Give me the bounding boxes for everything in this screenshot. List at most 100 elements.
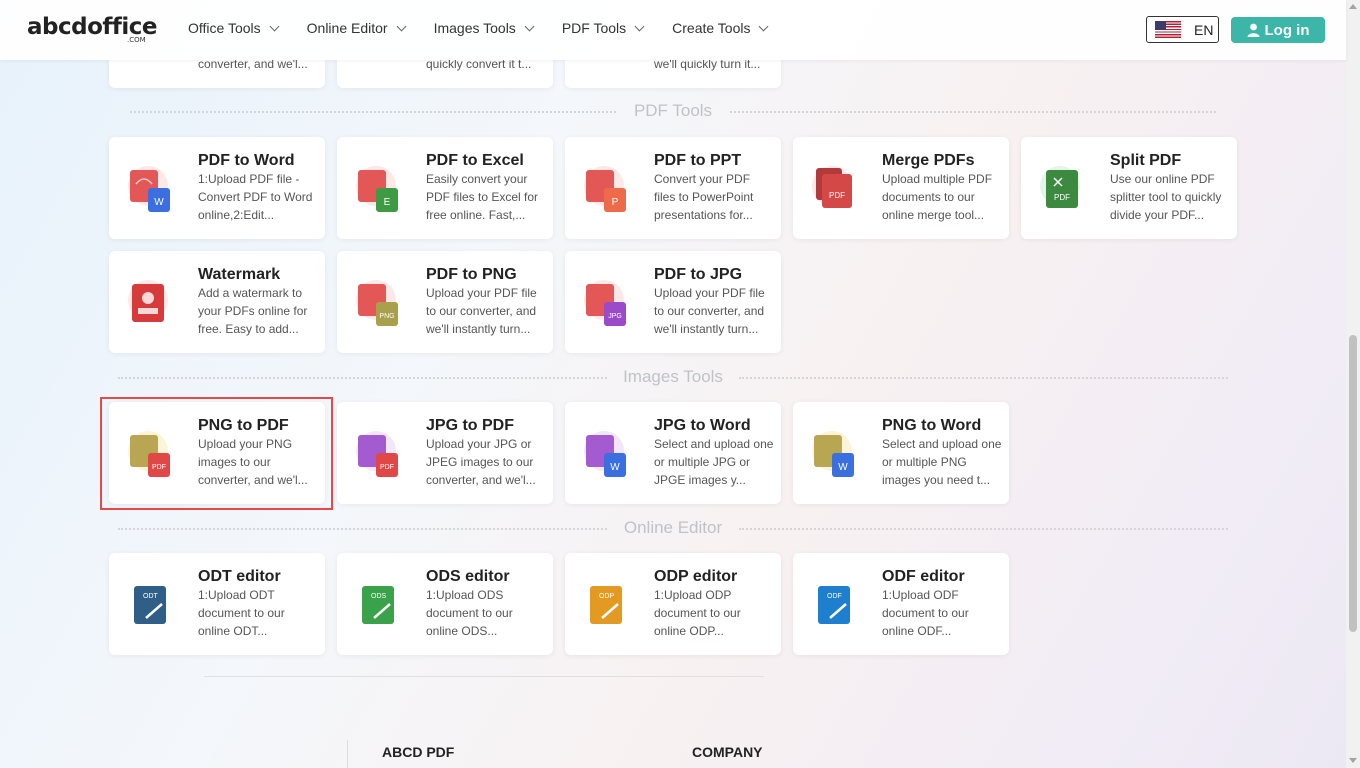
tool-card-ods-editor[interactable]: ODS ODS editor 1:Upload ODS document to … [337, 553, 553, 655]
tool-card-title: JPG to PDF [426, 417, 515, 434]
tool-card-png-to-word[interactable]: W PNG to Word Select and upload one or m… [793, 402, 1009, 504]
merge-pdf-icon: PDF [812, 166, 852, 208]
svg-text:JPG: JPG [608, 313, 622, 320]
tool-card-pdf-to-word[interactable]: W PDF to Word 1:Upload PDF file - Conver… [109, 137, 325, 239]
jpg-to-pdf-icon: PDF [356, 431, 398, 477]
tool-card-desc: Upload multiple PDF documents to our onl… [882, 172, 993, 222]
section-divider [130, 111, 616, 114]
tool-card-title: PDF to Word [198, 152, 295, 169]
section-divider [118, 528, 607, 531]
nav-office-tools[interactable]: Office Tools [188, 20, 280, 36]
tool-card-desc: Easily convert your PDF files to Excel f… [426, 172, 539, 222]
nav-pdf-tools[interactable]: PDF Tools [561, 20, 645, 36]
tool-card-title: PDF to Excel [426, 152, 524, 169]
svg-text:PDF: PDF [1054, 193, 1070, 202]
tool-card-desc: Upload your JPG or JPEG images to our co… [426, 437, 536, 487]
tool-card-pdf-to-ppt[interactable]: P PDF to PPT Convert your PDF files to P… [565, 137, 781, 239]
section-title-online-editor: Online Editor [623, 518, 723, 537]
chevron-down-icon [269, 21, 280, 31]
nav-label: PDF Tools [561, 20, 627, 36]
scroll-down-arrow-icon[interactable] [1349, 758, 1357, 763]
watermark-icon [128, 280, 168, 322]
tool-card-title: PNG to PDF [198, 417, 289, 434]
login-button[interactable]: Log in [1231, 17, 1325, 43]
tool-card-merge-pdfs[interactable]: PDF Merge PDFs Upload multiple PDF docum… [793, 137, 1009, 239]
tool-card-pdf-to-jpg[interactable]: JPG PDF to JPG Upload your PDF file to o… [565, 251, 781, 353]
tool-card-desc: 1:Upload ODS document to our online ODS.… [426, 588, 513, 638]
tool-card-partial[interactable]: we'll quickly turn it... [565, 57, 781, 88]
svg-text:ODT: ODT [143, 593, 159, 600]
tool-card-jpg-to-word[interactable]: W JPG to Word Select and upload one or m… [565, 402, 781, 504]
tool-card-jpg-to-pdf[interactable]: PDF JPG to PDF Upload your JPG or JPEG i… [337, 402, 553, 504]
svg-text:PDF: PDF [380, 464, 394, 471]
odt-editor-icon: ODT [134, 586, 166, 624]
tool-card-title: PDF to JPG [654, 266, 743, 283]
page-scrollbar[interactable] [1346, 0, 1360, 768]
section-title-images-tools: Images Tools [623, 367, 723, 386]
top-navbar: abcdoffice .COM Office Tools Online Edit… [0, 0, 1346, 60]
scroll-up-arrow-icon[interactable] [1349, 4, 1357, 9]
tool-card-desc: Use our online PDF splitter tool to quic… [1110, 172, 1222, 222]
svg-text:P: P [612, 197, 619, 208]
chevron-down-icon [396, 21, 407, 31]
png-to-word-icon: W [812, 431, 854, 477]
tool-card-pdf-to-excel[interactable]: E PDF to Excel Easily convert your PDF f… [337, 137, 553, 239]
section-divider [739, 528, 1228, 531]
tool-card-title: Merge PDFs [882, 152, 975, 169]
user-icon [1247, 23, 1259, 37]
tool-card-odf-editor[interactable]: ODF ODF editor 1:Upload ODF document to … [793, 553, 1009, 655]
tool-card-partial[interactable]: quickly convert it t... [337, 57, 553, 88]
svg-text:W: W [838, 462, 848, 473]
language-selector[interactable]: EN [1146, 16, 1219, 43]
tool-card-pdf-to-png[interactable]: PNG PDF to PNG Upload your PDF file to o… [337, 251, 553, 353]
odf-editor-icon: ODF [818, 586, 850, 624]
tool-card-odt-editor[interactable]: ODT ODT editor 1:Upload ODT document to … [109, 553, 325, 655]
section-divider [739, 377, 1228, 380]
tool-card-desc: Upload your PDF file to our converter, a… [426, 286, 537, 336]
login-label: Log in [1264, 21, 1310, 39]
svg-text:ODF: ODF [827, 593, 842, 600]
tool-card-partial[interactable]: converter, and we'l... [109, 57, 325, 88]
section-divider [118, 377, 607, 380]
tool-card-split-pdf[interactable]: PDF Split PDF Use our online PDF splitte… [1021, 137, 1237, 239]
footer-heading-company: COMPANY [692, 744, 763, 760]
nav-images-tools[interactable]: Images Tools [433, 20, 535, 36]
logo-suffix: .COM [127, 36, 146, 44]
tool-card-png-to-pdf[interactable]: PDF PNG to PDF Upload your PNG images to… [109, 402, 325, 504]
svg-text:W: W [610, 462, 620, 473]
tool-card-title: PDF to PPT [654, 152, 742, 169]
svg-text:PDF: PDF [829, 191, 845, 200]
split-pdf-icon: PDF [1040, 166, 1080, 208]
svg-text:W: W [154, 197, 164, 208]
nav-create-tools[interactable]: Create Tools [672, 20, 769, 36]
pdf-to-ppt-icon: P [584, 166, 626, 212]
svg-text:PDF: PDF [152, 464, 166, 471]
footer-heading-abcd-pdf: ABCD PDF [382, 744, 455, 760]
tool-card-title: ODS editor [426, 568, 510, 585]
tool-card-desc: Convert your PDF files to PowerPoint pre… [654, 172, 754, 222]
svg-text:PNG: PNG [379, 313, 394, 320]
ods-editor-icon: ODS [362, 586, 394, 624]
tool-card-odp-editor[interactable]: ODP ODP editor 1:Upload ODP document to … [565, 553, 781, 655]
svg-text:E: E [384, 197, 391, 208]
chevron-down-icon [759, 21, 769, 31]
chevron-down-icon [524, 21, 535, 31]
tool-card-desc: Select and upload one or multiple PNG im… [882, 437, 1002, 487]
main-nav: Office Tools Online Editor Images Tools … [188, 20, 796, 36]
tool-card-watermark[interactable]: Watermark Add a watermark to your PDFs o… [109, 251, 325, 353]
scrollbar-thumb[interactable] [1349, 335, 1357, 632]
nav-label: Images Tools [433, 20, 516, 36]
tool-card-desc: 1:Upload ODF document to our online ODF.… [882, 588, 969, 638]
tool-card-desc: 1:Upload ODT document to our online ODT.… [198, 588, 285, 638]
nav-label: Office Tools [188, 20, 261, 36]
tool-card-desc: Upload your PDF file to our converter, a… [654, 286, 765, 336]
tool-card-desc: Select and upload one or multiple JPG or… [654, 437, 774, 487]
svg-text:ODP: ODP [599, 593, 615, 600]
chevron-down-icon [634, 21, 645, 31]
footer-divider [204, 676, 764, 677]
nav-online-editor[interactable]: Online Editor [307, 20, 407, 36]
footer-column-divider [347, 740, 348, 768]
tool-card-desc: 1:Upload ODP document to our online ODP.… [654, 588, 741, 638]
tool-card-desc: Upload your PNG images to our converter,… [198, 437, 308, 487]
pdf-to-jpg-icon: JPG [584, 280, 626, 326]
